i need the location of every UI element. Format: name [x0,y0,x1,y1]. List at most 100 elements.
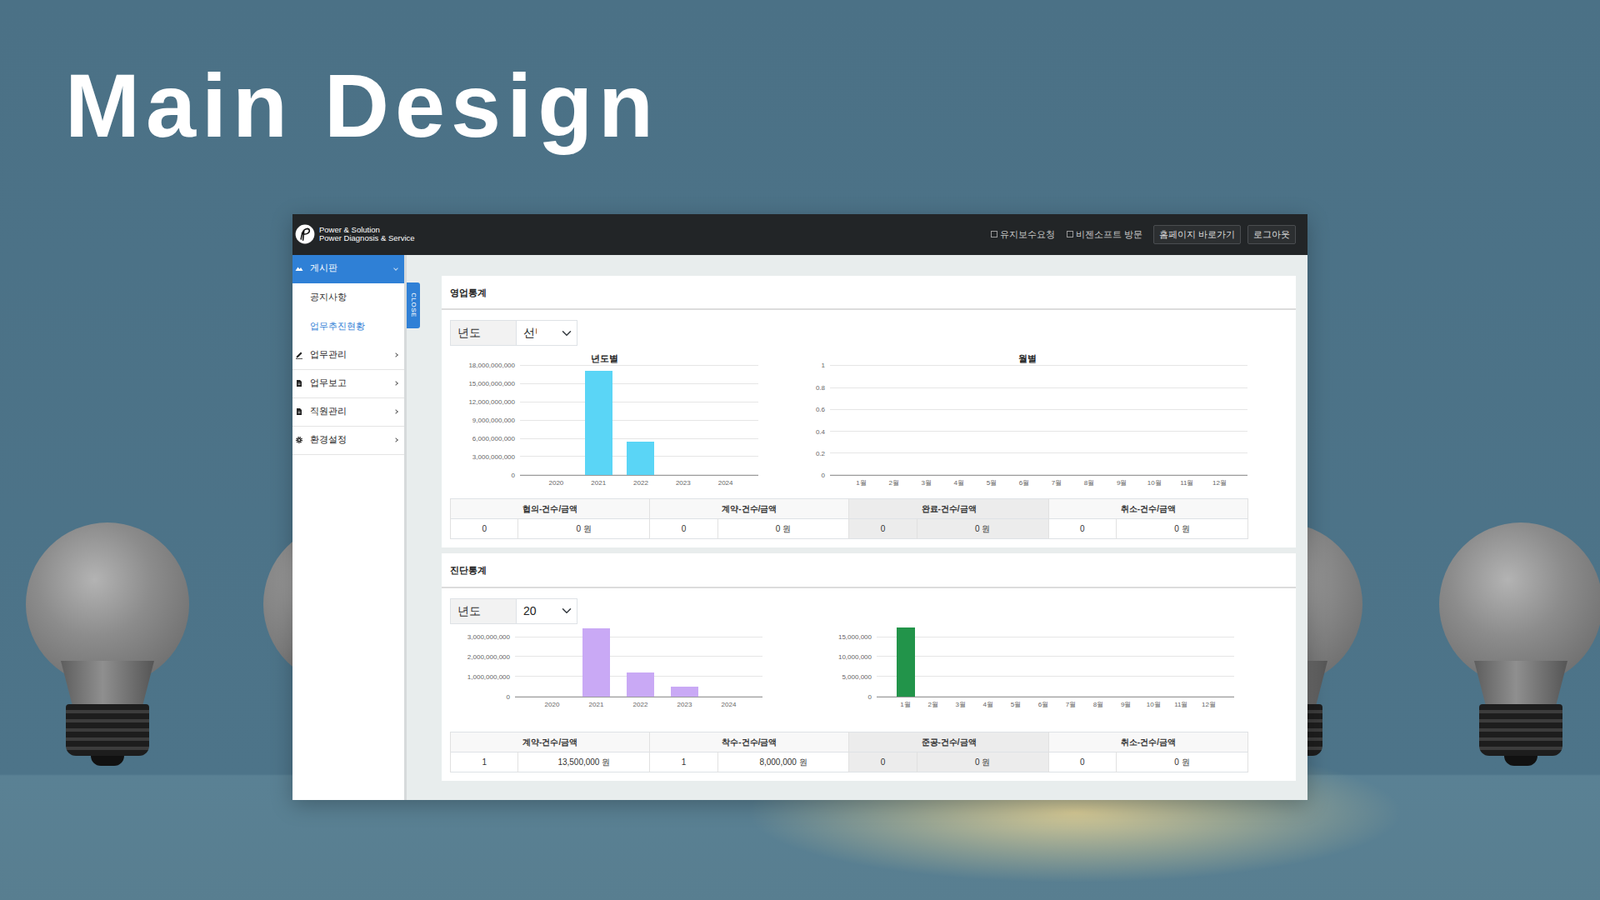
filter-label: 년도 [450,598,517,625]
bar[interactable] [585,370,613,475]
sidebar-subitem-label: 공지사항 [310,290,347,305]
bar[interactable] [626,441,655,475]
x-tick-label: 2020 [530,697,575,710]
bar-slot [1007,365,1040,475]
sidebar-item[interactable]: 환경설정 [292,426,405,455]
bar-slot [1167,627,1195,697]
close-tab[interactable]: CLOSE [406,282,420,329]
chevron-icon [393,265,399,271]
bar-row [515,627,763,697]
sidebar-subitem[interactable]: 공지사항 [292,283,405,313]
x-axis: 20202021202220232024 [520,475,759,489]
summary-row: 00 원00 원00 원00 원 [450,519,1249,540]
x-tick-label: 9월 [1112,697,1140,710]
x-tick-label: 3월 [910,475,943,489]
y-tick-label: 0 [511,472,515,480]
sidebar-item[interactable]: 업무관리 [292,341,405,370]
top-link[interactable]: 비젠소프트 방문 [1062,227,1147,242]
y-axis: 18,000,000,00015,000,000,00012,000,000,0… [450,365,520,476]
bar-slot [974,627,1002,697]
x-tick-label: 11월 [1170,475,1204,489]
y-axis: 10.80.60.40.20 [807,365,830,476]
grid-line [830,430,1248,432]
x-tick-label: 4월 [942,475,975,489]
plot-column: 20202021202220232024 [520,365,759,489]
filter-label: 년도 [450,320,517,346]
y-tick-label: 3,000,000,000 [472,454,515,461]
top-button[interactable]: 홈페이지 바로가기 [1153,225,1241,245]
y-tick-label: 15,000,000 [838,634,872,641]
logo[interactable]: Power & SolutionPower Diagnosis & Servic… [295,224,415,245]
grid-line [515,636,763,638]
bar-slot [706,627,751,697]
bar[interactable] [896,627,915,697]
board-icon [295,264,304,273]
y-tick-label: 9,000,000,000 [472,417,515,425]
bar-slot [1105,365,1139,475]
year-select[interactable]: 2024 년 [515,598,578,625]
summary-amount: 0 원 [1116,519,1249,540]
bar[interactable] [582,628,610,697]
summary-head: 계약-건수/금액착수-건수/금액준공-건수/금액취소-건수/금액 [450,731,1249,752]
x-tick-label: 6월 [1029,697,1057,710]
bar-slot [1195,627,1223,697]
slide-title: Main Design [0,0,1600,156]
bar-slot [919,627,947,697]
y-tick-label: 0.6 [815,406,825,414]
bar[interactable] [626,672,655,696]
x-tick-label: 1월 [891,697,920,710]
x-tick-label: 5월 [975,475,1008,489]
chart-body: 15,000,00010,000,0005,000,00001월2월3월4월5월… [839,627,1235,710]
panel-title: 영업통계 [441,275,1296,311]
bar-slot [910,365,943,475]
x-axis: 1월2월3월4월5월6월7월8월9월10월11월12월 [876,697,1235,710]
bar-slot [1138,365,1171,475]
x-tick-label: 6월 [1007,475,1040,489]
chevron-icon [393,352,399,358]
bar-slot [535,365,578,475]
y-tick-label: 1,000,000,000 [467,674,510,681]
sidebar-item[interactable]: 업무보고 [292,370,405,399]
bar-slot [1085,627,1113,697]
summary-count: 0 [1048,751,1116,772]
sidebar-subitem[interactable]: 업무추진현황 [292,312,405,342]
x-tick-label: 10월 [1138,475,1171,489]
top-link[interactable]: 유지보수요청 [986,227,1060,242]
plot-column: 1월2월3월4월5월6월7월8월9월10월11월12월 [830,365,1248,489]
summary-amount: 0 원 [717,519,850,540]
brand-line: Power & Solution [319,225,415,235]
x-tick-label: 2022 [620,475,663,489]
app-body: 게시판공지사항업무추진현황업무관리업무보고직원관리환경설정 CLOSE 영업통계년도… [292,255,1308,800]
bar-slot [1170,365,1204,475]
year-select[interactable]: 선택하세요. [515,320,578,346]
y-tick-label: 0 [821,472,825,480]
panel-body: 년도선택하세요.년도별18,000,000,00015,000,000,0001… [441,310,1296,548]
sidebar-item[interactable]: 직원관리 [292,398,405,427]
grid-line [520,401,759,403]
doc-icon [295,407,304,416]
summary-count: 1 [450,751,519,772]
y-tick-label: 0 [506,694,510,701]
sidebar: 게시판공지사항업무추진현황업무관리업무보고직원관리환경설정CLOSE [292,255,407,800]
sidebar-item[interactable]: 게시판 [292,255,405,284]
top-actions: 유지보수요청비젠소프트 방문 홈페이지 바로가기 로그아웃 [986,225,1296,245]
summary-head: 협의-건수/금액계약-건수/금액완료-건수/금액취소-건수/금액 [450,499,1249,520]
plot-area [876,627,1235,698]
summary-count: 0 [849,519,917,540]
stats-panel: 진단통계년도2024 년3,000,000,0002,000,000,0001,… [441,553,1296,781]
bulb-base [1479,704,1563,756]
year-filter: 년도2024 년 [450,598,1288,625]
main-content: 영업통계년도선택하세요.년도별18,000,000,00015,000,000,… [406,255,1308,800]
x-tick-label: 2월 [919,697,947,710]
x-tick-label: 3월 [946,697,975,710]
y-axis: 15,000,00010,000,0005,000,0000 [839,627,877,698]
summary-count: 0 [450,519,519,540]
bar[interactable] [670,686,699,697]
y-tick-label: 1 [821,362,825,370]
x-tick-label: 2023 [662,697,707,710]
bar-slot [620,365,663,475]
top-button[interactable]: 로그아웃 [1247,225,1296,245]
panel-title: 진단통계 [441,553,1296,589]
bar-slot [577,365,620,475]
bulb-tip [90,755,125,766]
